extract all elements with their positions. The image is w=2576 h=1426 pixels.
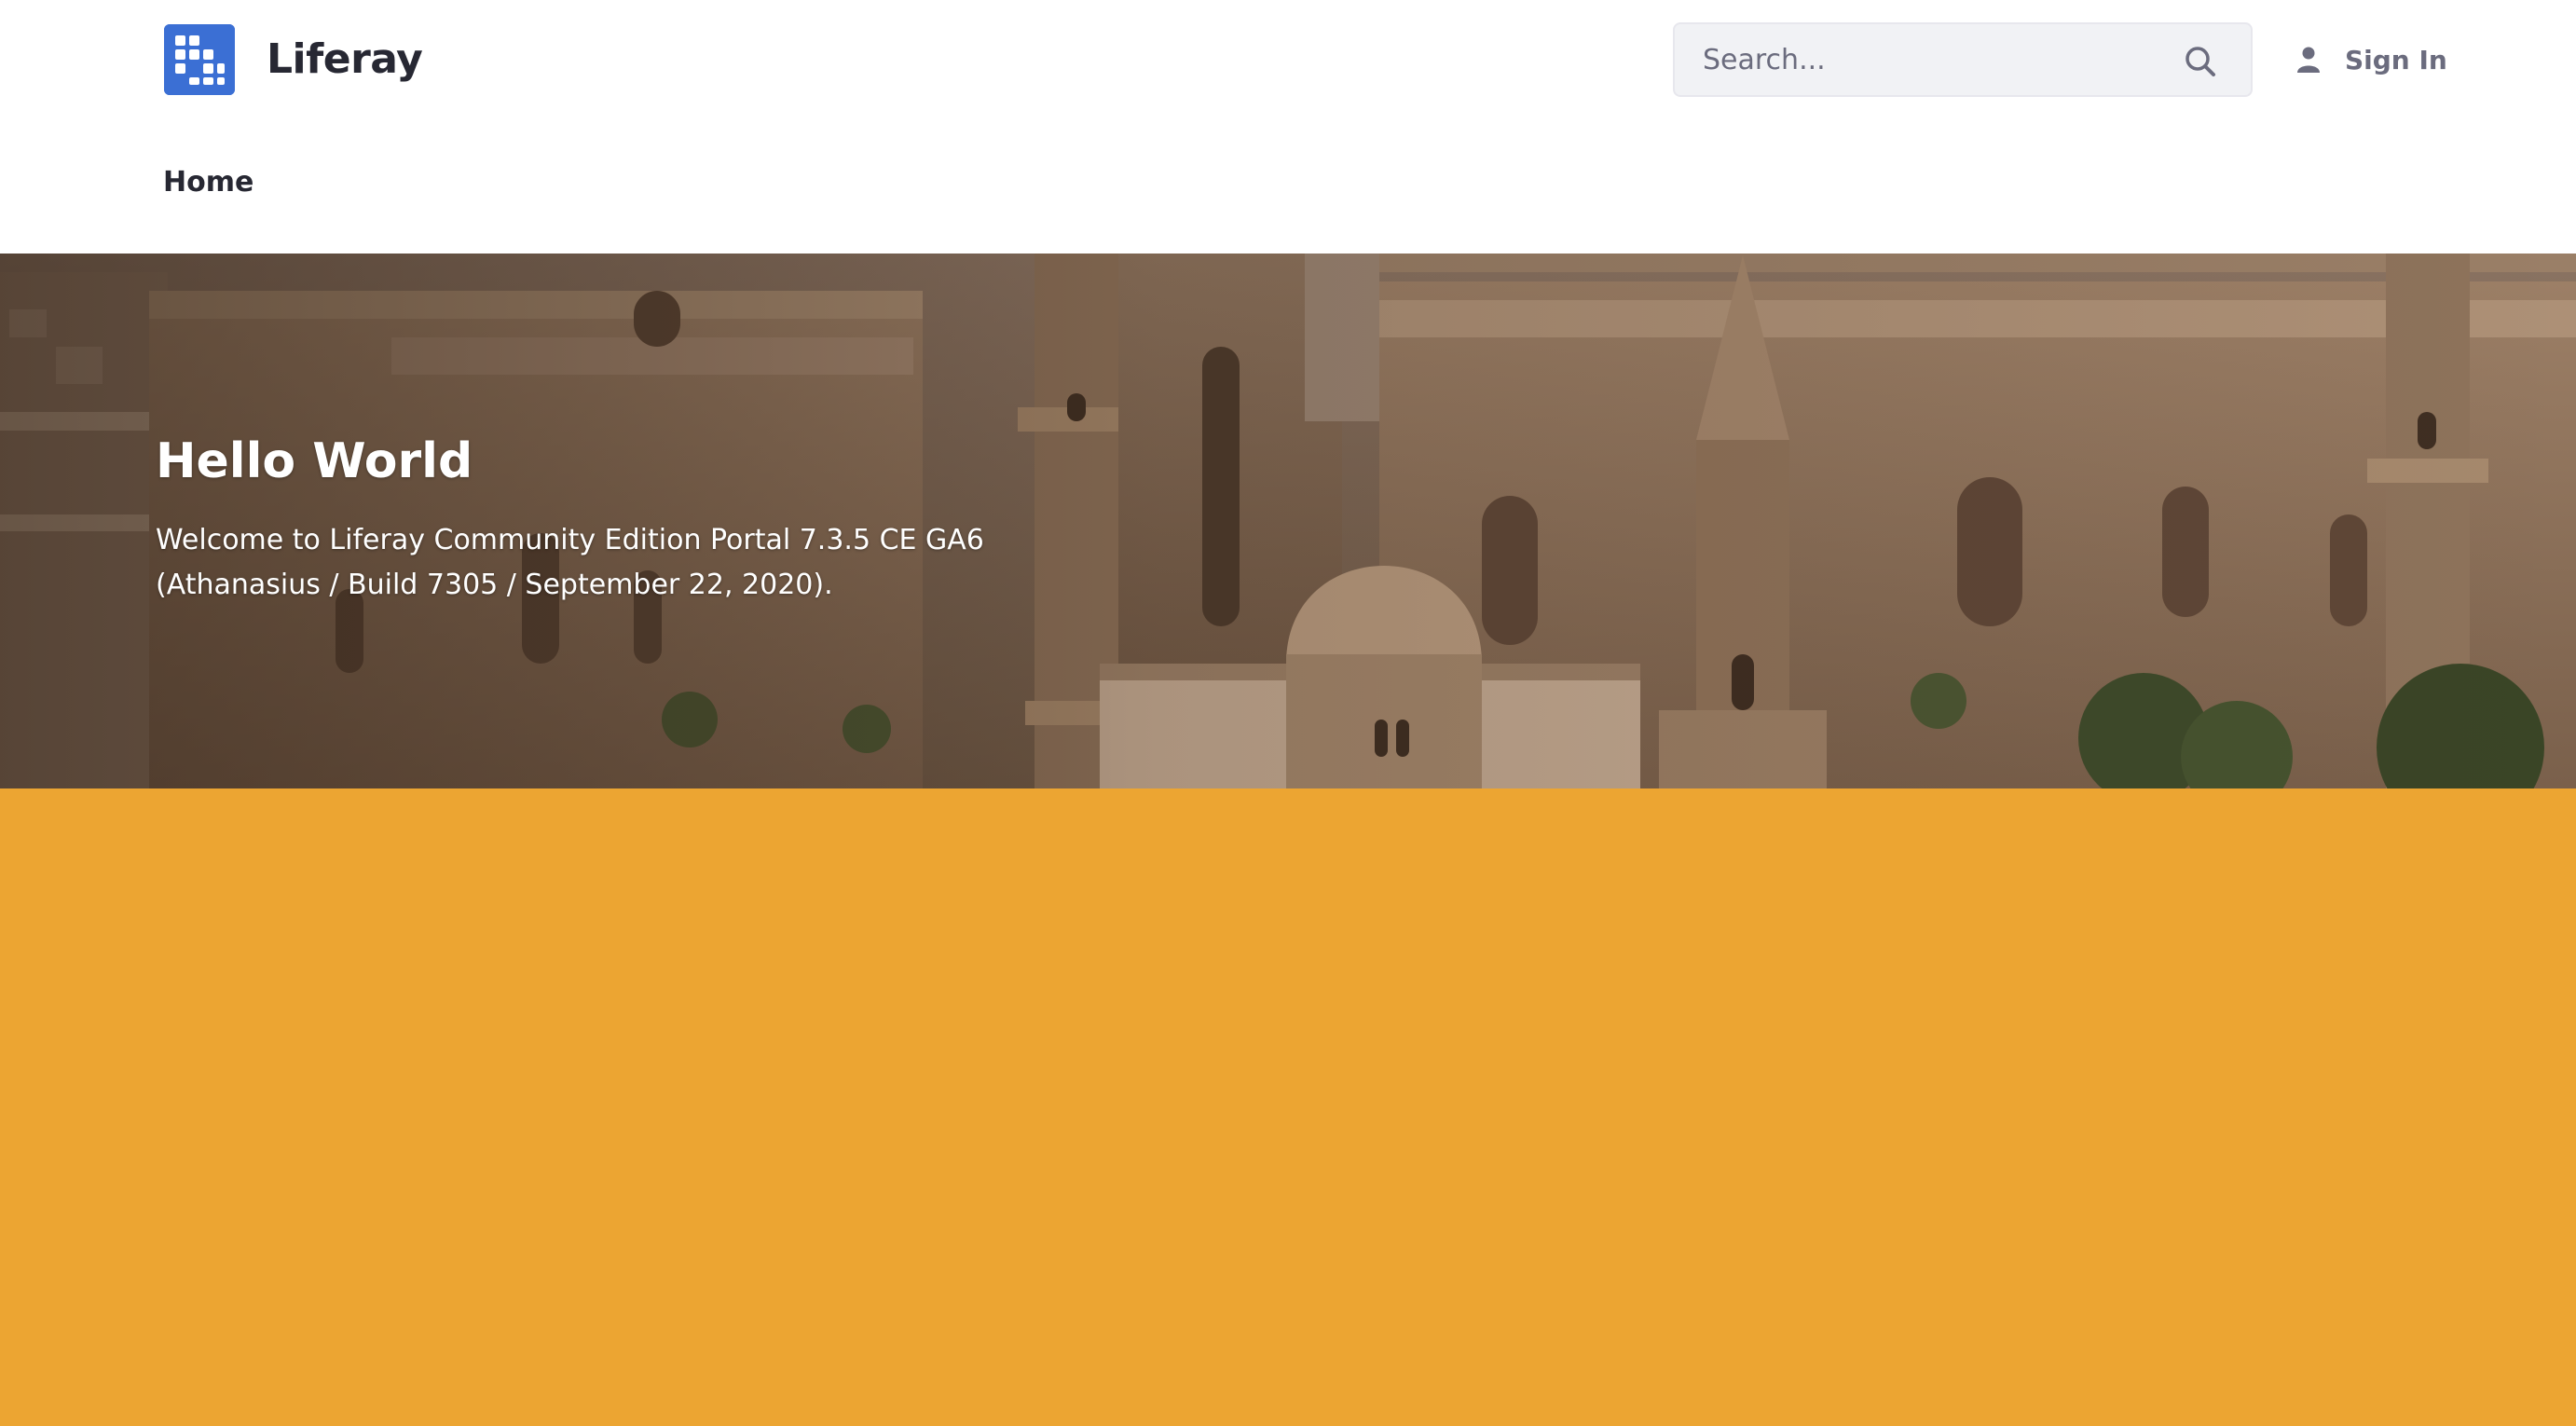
search-box [1673,22,2253,97]
sign-in-button[interactable]: Sign In [2295,34,2447,86]
nav-item-home[interactable]: Home [163,162,253,203]
site-name[interactable]: Liferay [267,32,423,88]
search-input[interactable] [1703,24,2187,95]
sign-in-label: Sign In [2345,44,2447,75]
hero-banner: Hello World Welcome to Liferay Community… [0,254,2576,788]
user-icon [2295,46,2323,74]
content-area [0,788,2576,1426]
hero-title: Hello World [156,433,473,489]
hero-welcome-text: Welcome to Liferay Community Edition Por… [156,524,984,601]
search-icon[interactable] [2182,43,2219,80]
liferay-logo-icon[interactable] [164,24,235,95]
site-header: Liferay Sign In Home [0,0,2576,254]
